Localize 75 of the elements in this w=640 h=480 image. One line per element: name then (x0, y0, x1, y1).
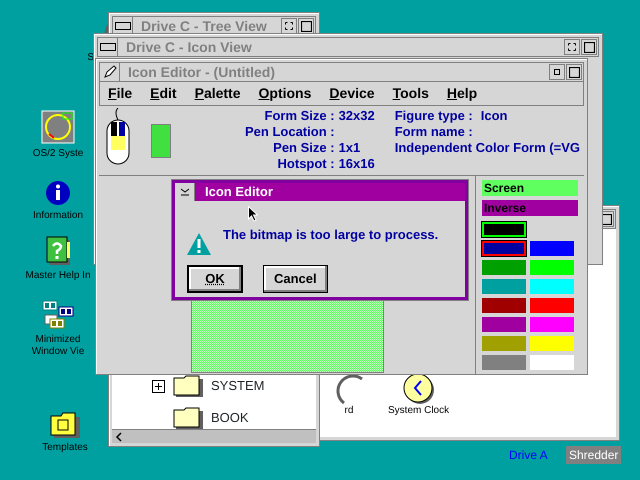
field-value: 16x16 (338, 156, 375, 172)
minimize-icon[interactable] (554, 69, 560, 75)
pointer-icon (248, 206, 258, 222)
dialog-message: The bitmap is too large to process. (223, 227, 438, 243)
system-menu-icon[interactable] (100, 43, 116, 51)
maximize-icon[interactable] (568, 66, 580, 78)
field-label: Figure type : (394, 108, 473, 124)
field-value: 32x32 (338, 108, 375, 124)
field-value: 1x1 (338, 140, 360, 156)
color-swatch (151, 124, 171, 158)
palette-color[interactable] (482, 260, 526, 275)
menu-item[interactable]: Tools (392, 83, 429, 104)
palette-color[interactable] (482, 355, 526, 370)
help-book-icon[interactable] (45, 236, 71, 266)
minimize-icon[interactable] (568, 43, 576, 51)
palette-color[interactable] (482, 241, 526, 256)
system-menu-icon[interactable] (114, 22, 130, 30)
dialog-button[interactable]: Cancel (263, 265, 328, 292)
icon-label[interactable]: System Clock (388, 405, 450, 417)
minimized-windows-icon[interactable] (42, 300, 74, 330)
dialog-button[interactable]: OK (187, 265, 243, 292)
palette-color[interactable] (530, 355, 574, 370)
horizontal-scrollbar[interactable] (112, 429, 316, 443)
palette-color[interactable] (482, 279, 526, 294)
icon-label: Master Help In (25, 270, 91, 282)
palette-color[interactable] (530, 298, 574, 313)
icon-label: Information (32, 210, 84, 222)
icon-label: Templates (42, 442, 88, 454)
maximize-icon[interactable] (584, 42, 594, 52)
warning-icon (187, 233, 211, 255)
icon-label: OS/2 Syste (32, 148, 84, 160)
system-menu-icon[interactable] (180, 188, 190, 196)
folder-icon[interactable] (173, 407, 203, 429)
menu-item[interactable]: File (108, 83, 132, 104)
menu-item[interactable]: Palette (194, 83, 241, 104)
field-label: Pen Size : (272, 140, 335, 156)
pencil-icon[interactable] (102, 65, 116, 79)
tree-item[interactable]: SYSTEM (211, 376, 264, 396)
clock-icon[interactable] (402, 373, 435, 405)
menu-item[interactable]: Edit (150, 83, 177, 104)
palette-color[interactable] (482, 298, 526, 313)
menu-item[interactable]: Device (329, 83, 375, 104)
minimize-icon[interactable] (285, 22, 293, 30)
icon-label: Minimized (34, 334, 82, 346)
field-value: Icon (480, 108, 508, 124)
field-label: Pen Location : (244, 124, 335, 140)
folder-icon[interactable] (50, 412, 80, 438)
window-title: Drive C - Icon View (125, 38, 253, 56)
icon-label[interactable]: Shredder (566, 446, 622, 464)
screen-color[interactable]: Screen (482, 180, 578, 196)
palette-color[interactable] (530, 336, 574, 351)
maximize-icon[interactable] (300, 20, 312, 32)
expand-icon[interactable] (152, 380, 165, 392)
os2-logo-icon[interactable] (41, 110, 75, 144)
window-title: Drive C - Tree View (140, 16, 268, 36)
field-label: Form Size : (264, 108, 335, 124)
palette-color[interactable] (530, 260, 574, 275)
tree-item[interactable]: BOOK (211, 408, 249, 428)
info-icon[interactable] (45, 180, 71, 206)
field-label: Independent Color Form (=VG (394, 140, 580, 156)
menu-item[interactable]: Options (258, 83, 312, 104)
palette-color[interactable] (530, 317, 574, 332)
field-label: Hotspot : (276, 156, 335, 172)
field-label: Form name : (394, 124, 473, 140)
icon-label[interactable]: rd (344, 405, 354, 417)
palette-color[interactable] (530, 279, 574, 294)
palette-color[interactable] (482, 336, 526, 351)
folder-icon[interactable] (173, 375, 203, 397)
mouse-icon (105, 108, 131, 166)
palette-color[interactable] (530, 241, 574, 256)
window-title: Icon Editor - (Untitled) (127, 62, 276, 82)
dialog-title: Icon Editor (204, 183, 273, 202)
palette-color[interactable] (482, 317, 526, 332)
icon-label: Window Vie (32, 346, 84, 358)
menu-item[interactable]: Help (446, 83, 478, 104)
